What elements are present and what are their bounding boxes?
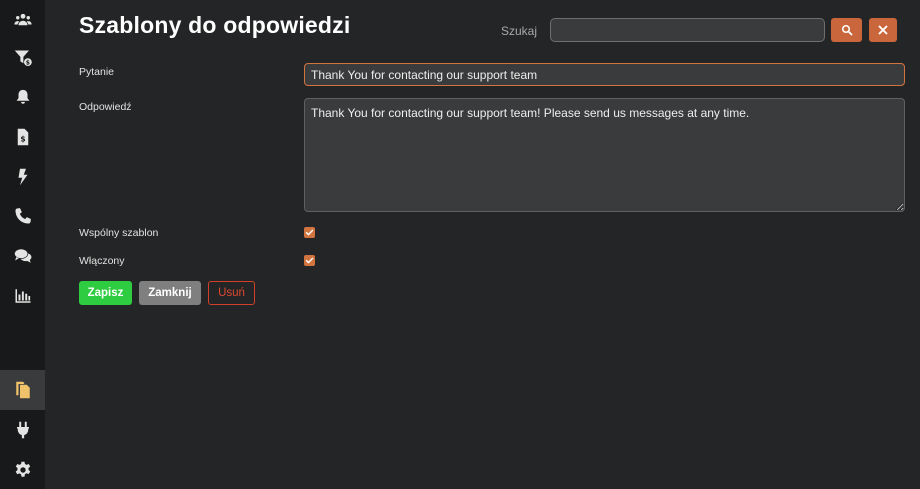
shared-template-label: Wspólny szablon: [79, 227, 159, 239]
invoice-icon: $: [17, 128, 28, 146]
users-icon: [13, 13, 32, 26]
question-input[interactable]: [304, 63, 905, 86]
question-label: Pytanie: [79, 66, 115, 78]
bell-icon: [16, 89, 29, 104]
delete-button[interactable]: Usuń: [208, 281, 255, 305]
shared-template-checkbox[interactable]: [304, 227, 315, 238]
sidebar-item-settings[interactable]: [0, 450, 45, 489]
page-title: Szablony do odpowiedzi: [79, 12, 351, 38]
clear-search-button[interactable]: [869, 18, 897, 42]
sidebar-item-calls[interactable]: [0, 196, 45, 236]
plug-icon: [16, 421, 29, 439]
svg-text:$: $: [20, 135, 25, 144]
search-label: Szukaj: [501, 24, 538, 38]
search-icon: [841, 24, 852, 36]
close-button[interactable]: Zamknij: [139, 281, 201, 305]
gear-icon: [15, 461, 30, 477]
check-icon: [305, 229, 314, 236]
enabled-label: Włączony: [79, 255, 125, 267]
bolt-icon: [18, 168, 27, 186]
sidebar-item-templates[interactable]: [0, 370, 45, 410]
sidebar-item-automation[interactable]: [0, 157, 45, 197]
phone-icon: [15, 208, 31, 224]
copy-icon: [15, 381, 30, 399]
svg-text:$: $: [25, 59, 29, 66]
chart-bar-icon: [15, 289, 30, 303]
search-button[interactable]: [831, 18, 862, 42]
sidebar-item-users[interactable]: [0, 0, 45, 40]
save-button[interactable]: Zapisz: [79, 281, 132, 305]
sidebar-item-chat[interactable]: [0, 236, 45, 276]
search-input[interactable]: [550, 18, 825, 42]
sidebar-item-filter[interactable]: $: [0, 38, 45, 78]
sidebar-item-notifications[interactable]: [0, 77, 45, 117]
filter-dollar-icon: $: [14, 50, 32, 66]
check-icon: [305, 257, 314, 264]
comments-icon: [14, 249, 31, 263]
close-icon: [878, 25, 888, 35]
sidebar: $ $: [0, 0, 45, 489]
sidebar-item-invoices[interactable]: $: [0, 117, 45, 157]
sidebar-item-integrations[interactable]: [0, 410, 45, 450]
enabled-checkbox[interactable]: [304, 255, 315, 266]
sidebar-item-reports[interactable]: [0, 276, 45, 316]
answer-textarea[interactable]: Thank You for contacting our support tea…: [304, 98, 905, 212]
answer-label: Odpowiedź: [79, 101, 132, 113]
